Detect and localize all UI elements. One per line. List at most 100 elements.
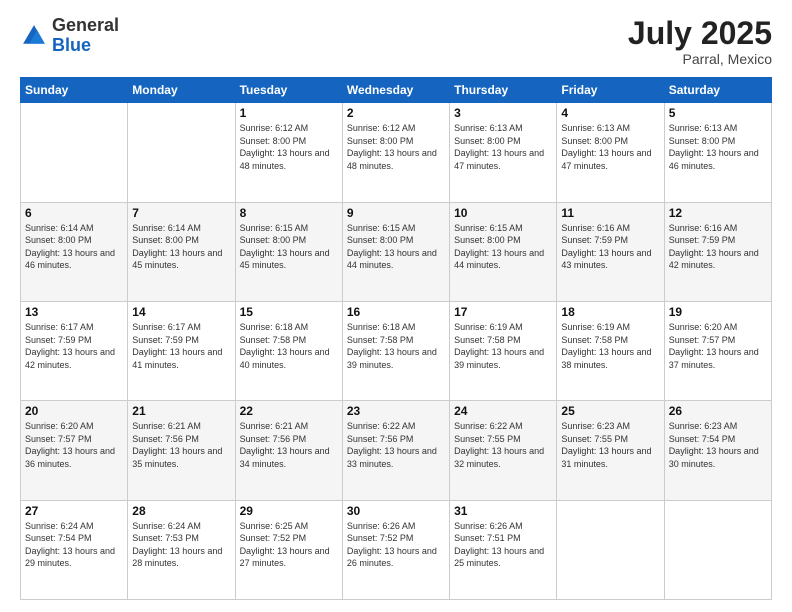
- day-info: Sunrise: 6:20 AM Sunset: 7:57 PM Dayligh…: [25, 420, 123, 470]
- sunrise-text: Sunrise: 6:21 AM: [240, 420, 338, 433]
- table-row: 3 Sunrise: 6:13 AM Sunset: 8:00 PM Dayli…: [450, 103, 557, 202]
- day-info: Sunrise: 6:15 AM Sunset: 8:00 PM Dayligh…: [454, 222, 552, 272]
- sunset-text: Sunset: 8:00 PM: [454, 234, 552, 247]
- sunset-text: Sunset: 8:00 PM: [347, 234, 445, 247]
- table-row: 8 Sunrise: 6:15 AM Sunset: 8:00 PM Dayli…: [235, 202, 342, 301]
- sunset-text: Sunset: 7:56 PM: [347, 433, 445, 446]
- daylight-text: Daylight: 13 hours and 47 minutes.: [454, 147, 552, 172]
- day-number: 25: [561, 404, 659, 418]
- sunset-text: Sunset: 7:55 PM: [454, 433, 552, 446]
- table-row: 10 Sunrise: 6:15 AM Sunset: 8:00 PM Dayl…: [450, 202, 557, 301]
- day-number: 3: [454, 106, 552, 120]
- day-number: 11: [561, 206, 659, 220]
- table-row: 26 Sunrise: 6:23 AM Sunset: 7:54 PM Dayl…: [664, 401, 771, 500]
- sunrise-text: Sunrise: 6:23 AM: [561, 420, 659, 433]
- sunset-text: Sunset: 7:58 PM: [240, 334, 338, 347]
- table-row: 18 Sunrise: 6:19 AM Sunset: 7:58 PM Dayl…: [557, 301, 664, 400]
- daylight-text: Daylight: 13 hours and 25 minutes.: [454, 545, 552, 570]
- day-info: Sunrise: 6:14 AM Sunset: 8:00 PM Dayligh…: [132, 222, 230, 272]
- table-row: [128, 103, 235, 202]
- day-number: 19: [669, 305, 767, 319]
- daylight-text: Daylight: 13 hours and 36 minutes.: [25, 445, 123, 470]
- sunrise-text: Sunrise: 6:26 AM: [347, 520, 445, 533]
- day-number: 29: [240, 504, 338, 518]
- daylight-text: Daylight: 13 hours and 40 minutes.: [240, 346, 338, 371]
- day-info: Sunrise: 6:13 AM Sunset: 8:00 PM Dayligh…: [454, 122, 552, 172]
- sunrise-text: Sunrise: 6:13 AM: [454, 122, 552, 135]
- table-row: [664, 500, 771, 599]
- table-row: 2 Sunrise: 6:12 AM Sunset: 8:00 PM Dayli…: [342, 103, 449, 202]
- sunset-text: Sunset: 7:59 PM: [25, 334, 123, 347]
- sunset-text: Sunset: 7:57 PM: [25, 433, 123, 446]
- sunrise-text: Sunrise: 6:24 AM: [132, 520, 230, 533]
- sunset-text: Sunset: 7:52 PM: [240, 532, 338, 545]
- daylight-text: Daylight: 13 hours and 44 minutes.: [454, 247, 552, 272]
- day-info: Sunrise: 6:13 AM Sunset: 8:00 PM Dayligh…: [561, 122, 659, 172]
- sunrise-text: Sunrise: 6:19 AM: [454, 321, 552, 334]
- day-info: Sunrise: 6:25 AM Sunset: 7:52 PM Dayligh…: [240, 520, 338, 570]
- sunrise-text: Sunrise: 6:20 AM: [669, 321, 767, 334]
- logo-text: General Blue: [52, 16, 119, 56]
- day-info: Sunrise: 6:18 AM Sunset: 7:58 PM Dayligh…: [347, 321, 445, 371]
- day-number: 4: [561, 106, 659, 120]
- day-info: Sunrise: 6:21 AM Sunset: 7:56 PM Dayligh…: [240, 420, 338, 470]
- table-row: 29 Sunrise: 6:25 AM Sunset: 7:52 PM Dayl…: [235, 500, 342, 599]
- day-number: 9: [347, 206, 445, 220]
- daylight-text: Daylight: 13 hours and 39 minutes.: [454, 346, 552, 371]
- sunrise-text: Sunrise: 6:25 AM: [240, 520, 338, 533]
- daylight-text: Daylight: 13 hours and 37 minutes.: [669, 346, 767, 371]
- sunset-text: Sunset: 7:51 PM: [454, 532, 552, 545]
- table-row: 13 Sunrise: 6:17 AM Sunset: 7:59 PM Dayl…: [21, 301, 128, 400]
- daylight-text: Daylight: 13 hours and 43 minutes.: [561, 247, 659, 272]
- day-number: 26: [669, 404, 767, 418]
- sunset-text: Sunset: 7:54 PM: [669, 433, 767, 446]
- week-row-1: 1 Sunrise: 6:12 AM Sunset: 8:00 PM Dayli…: [21, 103, 772, 202]
- daylight-text: Daylight: 13 hours and 42 minutes.: [669, 247, 767, 272]
- day-info: Sunrise: 6:13 AM Sunset: 8:00 PM Dayligh…: [669, 122, 767, 172]
- col-friday: Friday: [557, 78, 664, 103]
- logo-general: General: [52, 15, 119, 35]
- day-number: 30: [347, 504, 445, 518]
- logo-blue: Blue: [52, 35, 91, 55]
- day-info: Sunrise: 6:16 AM Sunset: 7:59 PM Dayligh…: [561, 222, 659, 272]
- daylight-text: Daylight: 13 hours and 27 minutes.: [240, 545, 338, 570]
- sunrise-text: Sunrise: 6:20 AM: [25, 420, 123, 433]
- daylight-text: Daylight: 13 hours and 32 minutes.: [454, 445, 552, 470]
- table-row: 23 Sunrise: 6:22 AM Sunset: 7:56 PM Dayl…: [342, 401, 449, 500]
- day-info: Sunrise: 6:22 AM Sunset: 7:56 PM Dayligh…: [347, 420, 445, 470]
- daylight-text: Daylight: 13 hours and 29 minutes.: [25, 545, 123, 570]
- table-row: 17 Sunrise: 6:19 AM Sunset: 7:58 PM Dayl…: [450, 301, 557, 400]
- sunset-text: Sunset: 7:52 PM: [347, 532, 445, 545]
- day-info: Sunrise: 6:16 AM Sunset: 7:59 PM Dayligh…: [669, 222, 767, 272]
- sunset-text: Sunset: 7:53 PM: [132, 532, 230, 545]
- sunrise-text: Sunrise: 6:12 AM: [347, 122, 445, 135]
- day-info: Sunrise: 6:22 AM Sunset: 7:55 PM Dayligh…: [454, 420, 552, 470]
- sunrise-text: Sunrise: 6:19 AM: [561, 321, 659, 334]
- table-row: 14 Sunrise: 6:17 AM Sunset: 7:59 PM Dayl…: [128, 301, 235, 400]
- col-saturday: Saturday: [664, 78, 771, 103]
- sunset-text: Sunset: 8:00 PM: [25, 234, 123, 247]
- sunrise-text: Sunrise: 6:15 AM: [454, 222, 552, 235]
- sunrise-text: Sunrise: 6:18 AM: [240, 321, 338, 334]
- day-number: 1: [240, 106, 338, 120]
- daylight-text: Daylight: 13 hours and 39 minutes.: [347, 346, 445, 371]
- sunrise-text: Sunrise: 6:15 AM: [347, 222, 445, 235]
- calendar-table: Sunday Monday Tuesday Wednesday Thursday…: [20, 77, 772, 600]
- day-info: Sunrise: 6:23 AM Sunset: 7:55 PM Dayligh…: [561, 420, 659, 470]
- col-wednesday: Wednesday: [342, 78, 449, 103]
- col-tuesday: Tuesday: [235, 78, 342, 103]
- table-row: 21 Sunrise: 6:21 AM Sunset: 7:56 PM Dayl…: [128, 401, 235, 500]
- table-row: 16 Sunrise: 6:18 AM Sunset: 7:58 PM Dayl…: [342, 301, 449, 400]
- sunset-text: Sunset: 7:56 PM: [132, 433, 230, 446]
- col-sunday: Sunday: [21, 78, 128, 103]
- daylight-text: Daylight: 13 hours and 34 minutes.: [240, 445, 338, 470]
- table-row: 1 Sunrise: 6:12 AM Sunset: 8:00 PM Dayli…: [235, 103, 342, 202]
- sunrise-text: Sunrise: 6:13 AM: [561, 122, 659, 135]
- table-row: 22 Sunrise: 6:21 AM Sunset: 7:56 PM Dayl…: [235, 401, 342, 500]
- sunrise-text: Sunrise: 6:21 AM: [132, 420, 230, 433]
- day-info: Sunrise: 6:15 AM Sunset: 8:00 PM Dayligh…: [347, 222, 445, 272]
- location: Parral, Mexico: [628, 51, 772, 67]
- day-number: 7: [132, 206, 230, 220]
- table-row: 15 Sunrise: 6:18 AM Sunset: 7:58 PM Dayl…: [235, 301, 342, 400]
- daylight-text: Daylight: 13 hours and 41 minutes.: [132, 346, 230, 371]
